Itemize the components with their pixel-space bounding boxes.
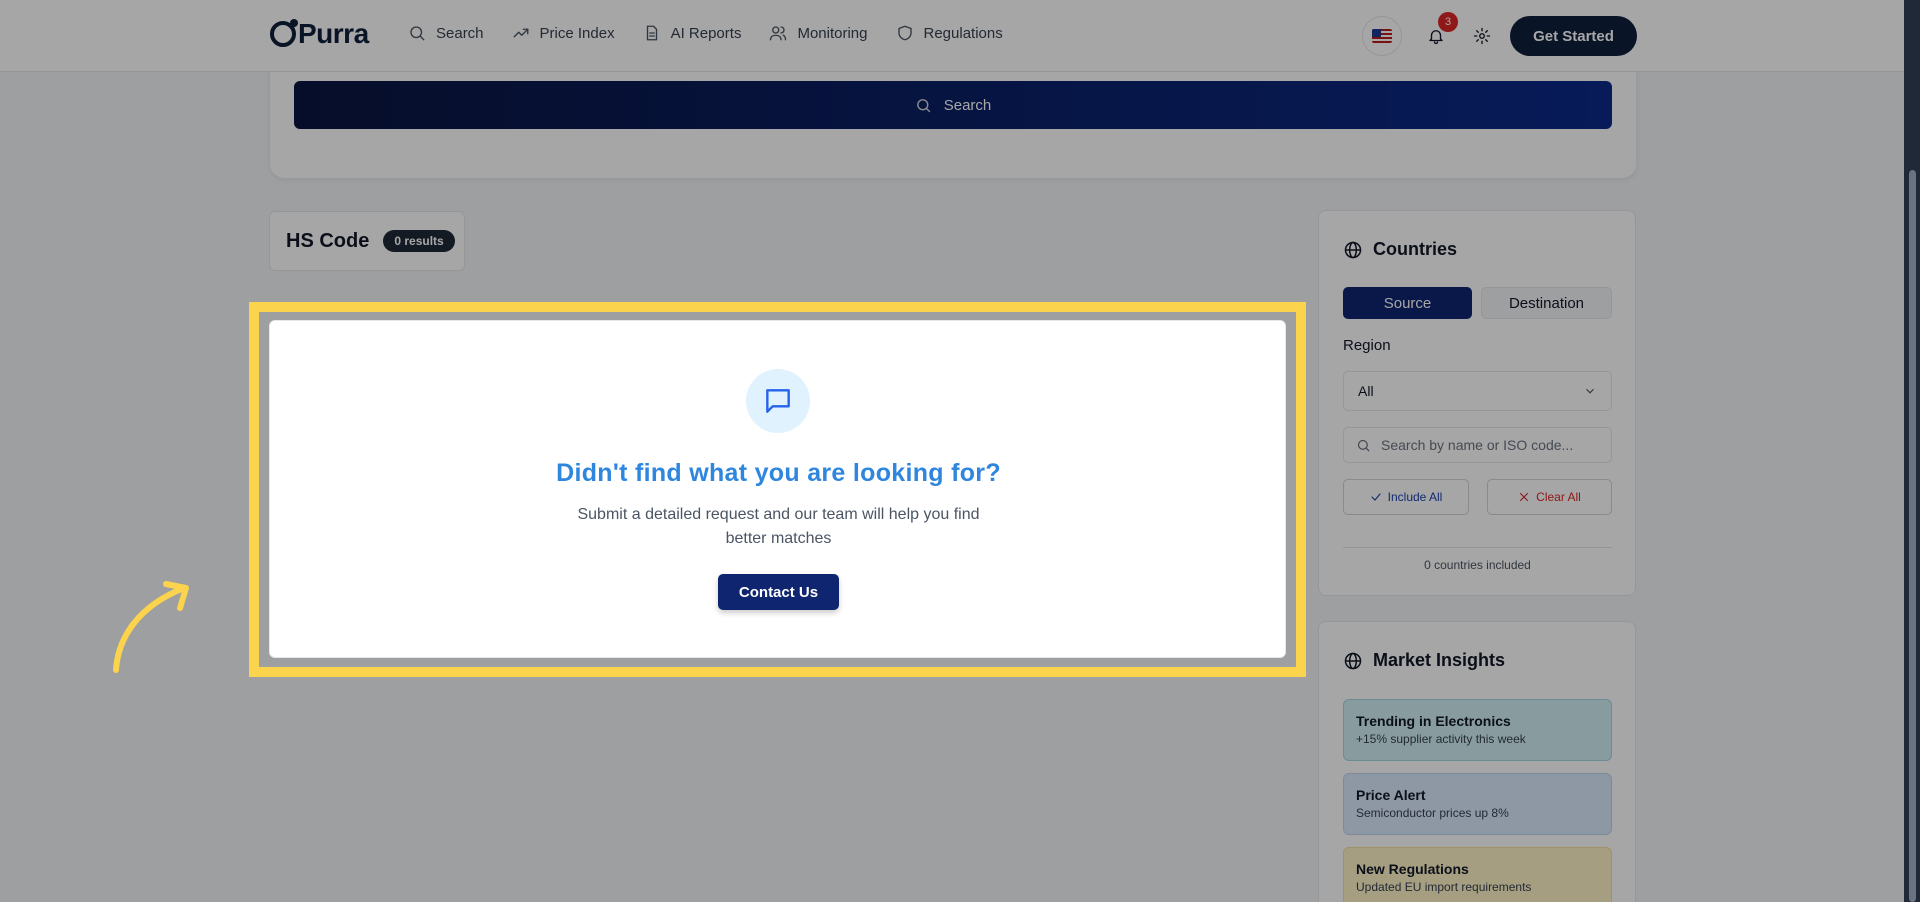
search-panel: Search bbox=[270, 60, 1636, 178]
insight-subtitle: Updated EU import requirements bbox=[1356, 880, 1532, 894]
insight-title: New Regulations bbox=[1356, 861, 1469, 877]
nav-item-search[interactable]: Search bbox=[408, 24, 484, 42]
logo-mark-icon bbox=[270, 19, 298, 47]
results-title: HS Code bbox=[286, 229, 370, 252]
insight-subtitle: +15% supplier activity this week bbox=[1356, 732, 1526, 746]
country-search-field[interactable] bbox=[1343, 427, 1612, 463]
nav-label: Price Index bbox=[539, 24, 615, 42]
search-icon bbox=[916, 98, 931, 112]
source-toggle[interactable]: Source bbox=[1343, 287, 1472, 319]
include-all-label: Include All bbox=[1387, 490, 1443, 504]
get-started-button[interactable]: Get Started bbox=[1510, 16, 1637, 56]
users-icon bbox=[770, 26, 787, 41]
nav-label: Monitoring bbox=[797, 24, 868, 42]
globe-icon bbox=[1344, 652, 1362, 669]
insight-subtitle: Semiconductor prices up 8% bbox=[1356, 806, 1509, 820]
logo-text: Purra bbox=[298, 18, 369, 49]
main-nav: Search Price Index AI Reports Monitoring… bbox=[408, 24, 1003, 42]
empty-state-title: Didn't find what you are looking for? bbox=[556, 459, 1001, 487]
settings-button[interactable] bbox=[1468, 22, 1496, 50]
region-select[interactable]: All bbox=[1343, 371, 1612, 411]
document-icon bbox=[646, 25, 657, 41]
country-search-input[interactable] bbox=[1381, 437, 1601, 453]
chat-icon bbox=[766, 389, 790, 413]
scrollbar-thumb[interactable] bbox=[1909, 170, 1916, 902]
language-button[interactable] bbox=[1362, 16, 1402, 56]
clear-all-label: Clear All bbox=[1536, 490, 1581, 504]
include-all-button[interactable]: Include All bbox=[1343, 479, 1469, 515]
insights-header: Market Insights bbox=[1343, 650, 1505, 671]
countries-title: Countries bbox=[1373, 239, 1458, 259]
countries-header: Countries bbox=[1343, 239, 1457, 260]
results-count-badge: 0 results bbox=[383, 230, 455, 252]
contact-us-button[interactable]: Contact Us bbox=[718, 574, 839, 610]
countries-count: 0 countries included bbox=[1424, 558, 1531, 572]
nav-label: AI Reports bbox=[670, 24, 742, 42]
nav-item-monitoring[interactable]: Monitoring bbox=[769, 24, 868, 42]
search-button-label: Search bbox=[943, 96, 992, 114]
insight-title: Trending in Electronics bbox=[1356, 713, 1511, 729]
annotation-arrow-icon bbox=[113, 581, 189, 673]
search-icon bbox=[1357, 439, 1370, 452]
search-icon bbox=[410, 26, 425, 41]
chevron-down-icon bbox=[1586, 388, 1594, 394]
close-icon bbox=[1520, 492, 1529, 502]
insight-card-electronics[interactable]: Trending in Electronics +15% supplier ac… bbox=[1343, 699, 1612, 761]
logo[interactable]: Purra bbox=[270, 18, 369, 50]
empty-state-card: Didn't find what you are looking for? Su… bbox=[269, 320, 1286, 658]
top-navbar: Purra Search Price Index AI Reports Moni… bbox=[0, 0, 1904, 72]
divider bbox=[1343, 547, 1612, 548]
globe-icon bbox=[1344, 241, 1362, 258]
nav-item-regulations[interactable]: Regulations bbox=[896, 24, 1003, 42]
chat-icon-circle bbox=[746, 369, 810, 433]
nav-item-ai-reports[interactable]: AI Reports bbox=[643, 24, 742, 42]
clear-all-button[interactable]: Clear All bbox=[1487, 479, 1612, 515]
destination-toggle[interactable]: Destination bbox=[1481, 287, 1612, 319]
empty-state-description: Submit a detailed request and our team w… bbox=[577, 506, 980, 547]
us-flag-icon bbox=[1372, 29, 1392, 43]
region-value: All bbox=[1358, 383, 1374, 399]
insight-card-regulations[interactable]: New Regulations Updated EU import requir… bbox=[1343, 847, 1612, 902]
notification-badge: 3 bbox=[1438, 12, 1458, 32]
insight-title: Price Alert bbox=[1356, 787, 1426, 803]
trend-icon bbox=[513, 28, 528, 38]
insights-title: Market Insights bbox=[1373, 650, 1506, 670]
nav-item-price-index[interactable]: Price Index bbox=[512, 24, 615, 42]
shield-icon bbox=[897, 25, 912, 41]
gear-icon bbox=[1473, 27, 1491, 45]
check-icon bbox=[1371, 493, 1381, 501]
region-label: Region bbox=[1343, 337, 1391, 354]
insight-card-price-alert[interactable]: Price Alert Semiconductor prices up 8% bbox=[1343, 773, 1612, 835]
market-insights-panel: Market Insights Trending in Electronics … bbox=[1318, 621, 1636, 902]
search-submit-button[interactable]: Search bbox=[294, 81, 1612, 129]
results-header: HS Code 0 results bbox=[269, 211, 465, 271]
countries-panel: Countries Source Destination Region All … bbox=[1318, 210, 1636, 596]
nav-label: Regulations bbox=[923, 24, 1003, 42]
nav-label: Search bbox=[436, 24, 484, 42]
